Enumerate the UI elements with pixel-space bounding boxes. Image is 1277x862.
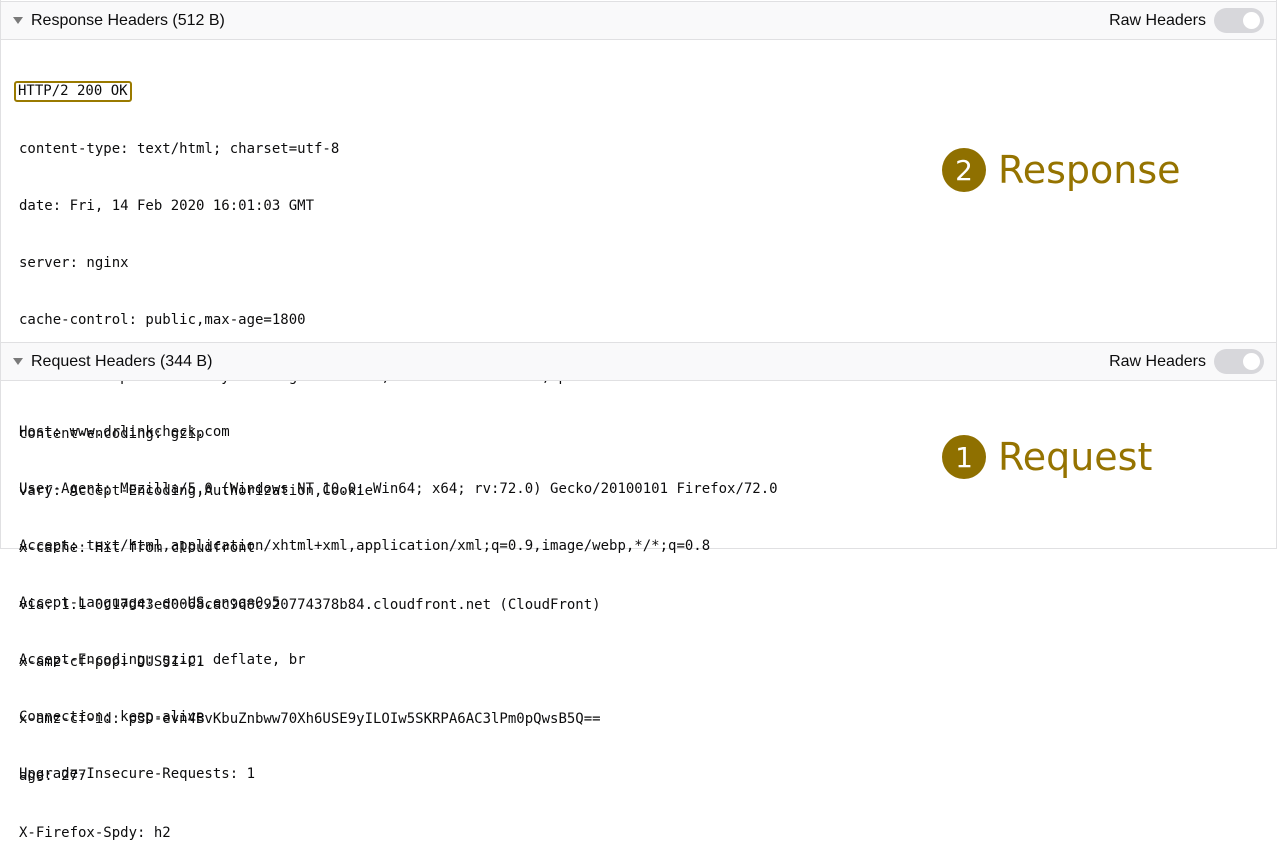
number-badge-icon: 2 bbox=[942, 148, 986, 192]
header-line: Accept-Language: en-US,en;q=0.5 bbox=[19, 595, 281, 611]
toggle-knob bbox=[1243, 12, 1260, 29]
status-line: HTTP/2 200 OK bbox=[14, 81, 132, 102]
header-line: date: Fri, 14 Feb 2020 16:01:03 GMT bbox=[19, 198, 315, 214]
header-line: content-type: text/html; charset=utf-8 bbox=[19, 141, 340, 157]
response-headers-title: Response Headers (512 B) bbox=[31, 11, 225, 29]
annotation-label: Request bbox=[998, 435, 1153, 479]
header-line: Accept-Encoding: gzip, deflate, br bbox=[19, 652, 306, 668]
header-line: User-Agent: Mozilla/5.0 (Windows NT 10.0… bbox=[19, 481, 778, 497]
raw-headers-toggle[interactable] bbox=[1214, 8, 1264, 33]
request-annotation: 1 Request bbox=[942, 435, 1152, 479]
header-line: server: nginx bbox=[19, 255, 129, 271]
request-headers-header[interactable]: Request Headers (344 B) Raw Headers bbox=[1, 342, 1276, 381]
response-annotation: 2 Response bbox=[942, 148, 1181, 192]
raw-headers-label: Raw Headers bbox=[1109, 11, 1206, 29]
raw-headers-toggle[interactable] bbox=[1214, 349, 1264, 374]
twisty-down-icon[interactable] bbox=[13, 358, 23, 365]
request-headers-title: Request Headers (344 B) bbox=[31, 352, 213, 370]
header-line: Upgrade-Insecure-Requests: 1 bbox=[19, 766, 256, 782]
header-line: Connection: keep-alive bbox=[19, 709, 205, 725]
header-line: Host: www.drlinkcheck.com bbox=[19, 424, 230, 440]
response-headers-header[interactable]: Response Headers (512 B) Raw Headers bbox=[1, 1, 1276, 40]
raw-headers-label: Raw Headers bbox=[1109, 352, 1206, 370]
header-line: cache-control: public,max-age=1800 bbox=[19, 312, 306, 328]
toggle-knob bbox=[1243, 353, 1260, 370]
header-line: Accept: text/html,application/xhtml+xml,… bbox=[19, 538, 711, 554]
number-badge-icon: 1 bbox=[942, 435, 986, 479]
header-line: X-Firefox-Spdy: h2 bbox=[19, 825, 171, 841]
request-headers-list: Host: www.drlinkcheck.com User-Agent: Mo… bbox=[19, 385, 778, 803]
twisty-down-icon[interactable] bbox=[13, 17, 23, 24]
annotation-label: Response bbox=[998, 148, 1181, 192]
